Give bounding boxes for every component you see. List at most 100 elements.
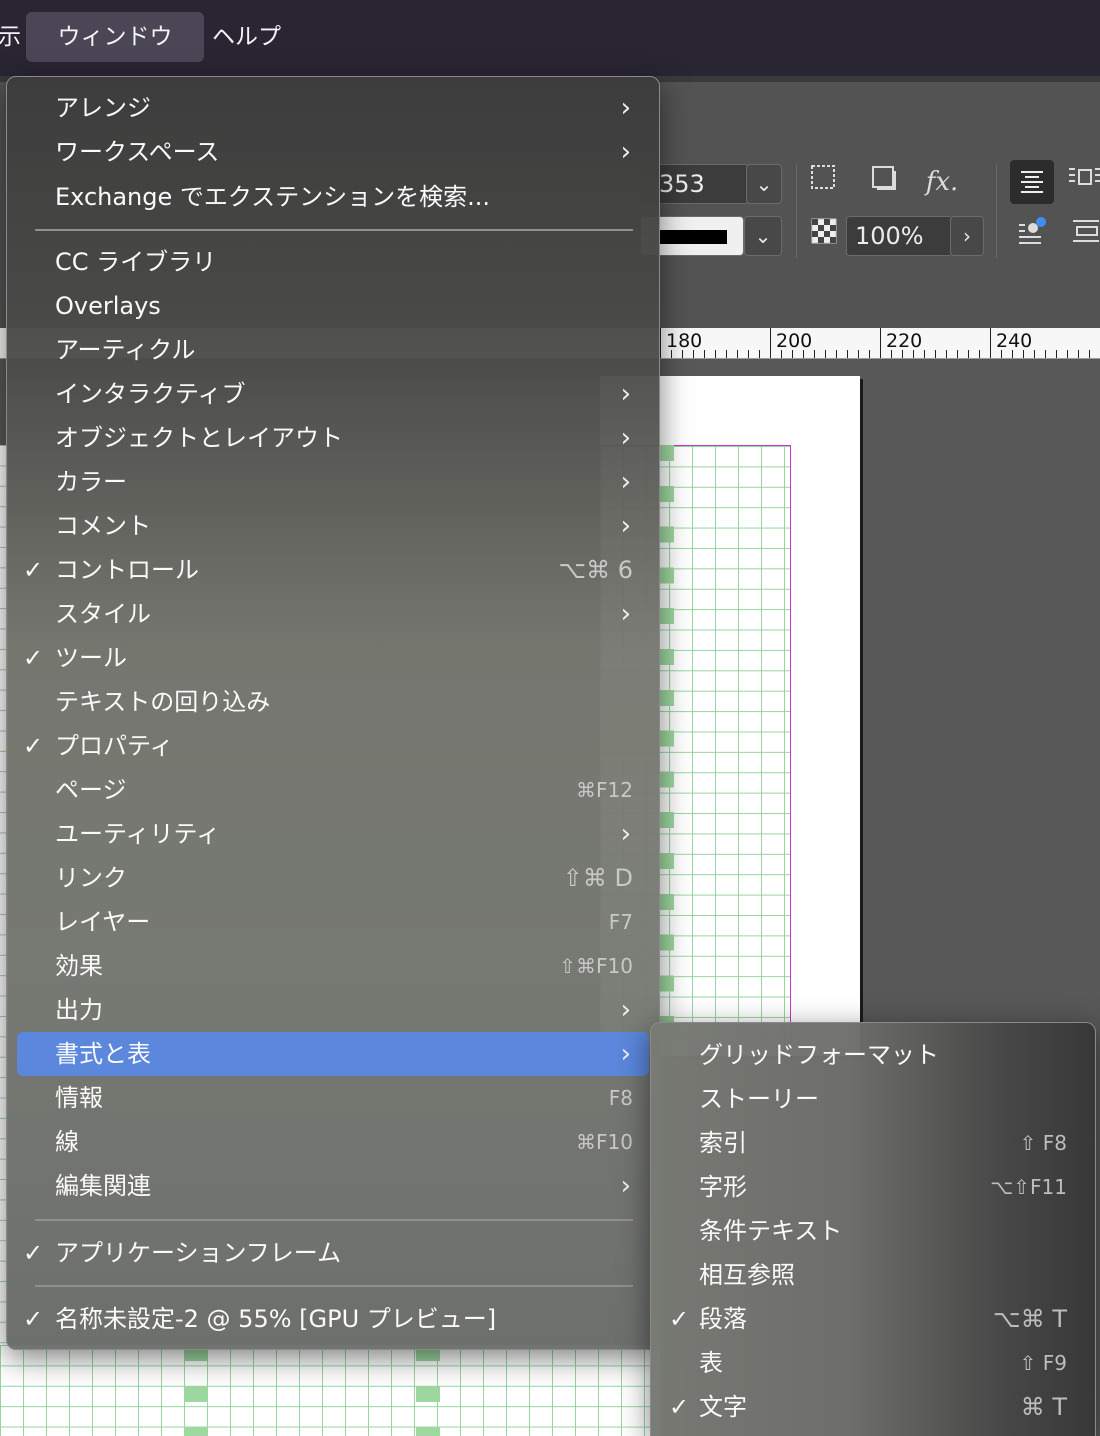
menu-item-label: 効果	[55, 952, 103, 980]
submenu-item-cross-references[interactable]: 相互参照	[657, 1253, 1089, 1297]
stroke-swatch	[659, 230, 727, 244]
menu-item-layers[interactable]: レイヤー F7	[17, 900, 649, 944]
menu-item-styles[interactable]: スタイル ›	[17, 592, 649, 636]
checkmark-icon: ✓	[23, 644, 44, 672]
menu-item-text-wrap[interactable]: テキストの回り込み	[17, 680, 649, 724]
menu-item-label: 線	[55, 1128, 79, 1156]
stroke-width-dropdown[interactable]: ⌄	[746, 164, 782, 204]
menu-item-label: 文字	[699, 1393, 747, 1421]
submenu-item-paragraph[interactable]: ✓ 段落 ⌥⌘ T	[657, 1297, 1089, 1341]
menu-help[interactable]: ヘルプ	[212, 12, 281, 62]
submenu-item-glyphs[interactable]: 字形 ⌥⇧F11	[657, 1165, 1089, 1209]
menu-item-output[interactable]: 出力 ›	[17, 988, 649, 1032]
menu-window[interactable]: ウィンドウ	[26, 12, 204, 62]
menu-item-control[interactable]: ✓ コントロール ⌥⌘ 6	[17, 548, 649, 592]
checkmark-icon: ✓	[669, 1393, 690, 1421]
submenu-item-conditional-text[interactable]: 条件テキスト	[657, 1209, 1089, 1253]
checkmark-icon: ✓	[23, 556, 44, 584]
submenu-item-table[interactable]: 表 ⇧ F9	[657, 1341, 1089, 1385]
menu-item-workspace[interactable]: ワークスペース ›	[17, 130, 649, 174]
menu-item-info[interactable]: 情報 F8	[17, 1076, 649, 1120]
menu-item-effects[interactable]: 効果 ⇧⌘F10	[17, 944, 649, 988]
checkmark-icon: ✓	[23, 1305, 44, 1333]
submenu-arrow-icon: ›	[620, 995, 631, 1025]
menu-item-shortcut: ⌥⌘ 6	[558, 556, 633, 584]
menu-item-properties[interactable]: ✓ プロパティ	[17, 724, 649, 768]
menu-item-label: Exchange でエクステンションを検索...	[55, 183, 491, 211]
menu-item-label: インタラクティブ	[55, 380, 246, 408]
menu-item-label: 表	[699, 1349, 723, 1377]
checkmark-icon: ✓	[23, 1239, 44, 1267]
menu-bar: 示 ウィンドウ ヘルプ	[0, 0, 1100, 76]
menu-item-shortcut: ⇧⌘F10	[559, 954, 633, 978]
menu-item-cc-libraries[interactable]: CC ライブラリ	[17, 240, 649, 284]
menu-item-overlays[interactable]: Overlays	[17, 284, 649, 328]
wrap-jump-icon[interactable]	[1066, 216, 1100, 256]
menu-item-label: ワークスペース	[55, 138, 220, 166]
align-center-button[interactable]	[1010, 160, 1054, 204]
menu-item-stroke[interactable]: 線 ⌘F10	[17, 1120, 649, 1164]
submenu-item-story[interactable]: ストーリー	[657, 1077, 1089, 1121]
effects-fx-icon[interactable]: fx.	[922, 162, 962, 202]
menu-item-label: グリッドフォーマット	[699, 1041, 939, 1069]
menu-item-label: 情報	[55, 1084, 103, 1112]
submenu-item-index[interactable]: 索引 ⇧ F8	[657, 1121, 1089, 1165]
layout-grid-highlight-column	[416, 1345, 440, 1436]
submenu-arrow-icon: ›	[620, 1039, 631, 1069]
frame-fitting-icon[interactable]	[804, 162, 844, 202]
menu-item-label: 出力	[55, 996, 103, 1024]
menu-item-shortcut: ⌥⌘ T	[993, 1305, 1067, 1333]
menu-item-comment[interactable]: コメント ›	[17, 504, 649, 548]
text-wrap-icon[interactable]	[1066, 162, 1100, 202]
menu-item-label: アプリケーションフレーム	[55, 1239, 342, 1267]
menu-item-exchange-search[interactable]: Exchange でエクステンションを検索...	[17, 175, 649, 219]
menu-item-shortcut: ⇧ F8	[1019, 1131, 1067, 1155]
menu-item-label: ツール	[55, 644, 127, 672]
stroke-type-dropdown[interactable]: ⌄	[744, 216, 782, 256]
menu-item-utilities[interactable]: ユーティリティ ›	[17, 812, 649, 856]
menu-item-type-and-tables[interactable]: 書式と表 ›	[17, 1032, 649, 1076]
submenu-item-grid-format[interactable]: グリッドフォーマット	[657, 1033, 1089, 1077]
menu-item-pages[interactable]: ページ ⌘F12	[17, 768, 649, 812]
menu-item-label: アーティクル	[55, 336, 196, 364]
menu-item-application-frame[interactable]: ✓ アプリケーションフレーム	[17, 1231, 649, 1275]
submenu-arrow-icon: ›	[620, 819, 631, 849]
checkmark-icon: ✓	[23, 732, 44, 760]
menu-item-open-document[interactable]: ✓ 名称未設定-2 @ 55% [GPU プレビュー]	[17, 1297, 649, 1341]
align-center-icon	[1021, 171, 1043, 193]
submenu-arrow-icon: ›	[620, 1171, 631, 1201]
menu-item-links[interactable]: リンク ⇧⌘ D	[17, 856, 649, 900]
opacity-arrow-button[interactable]: ›	[950, 216, 984, 256]
menu-item-interactive[interactable]: インタラクティブ ›	[17, 372, 649, 416]
submenu-item-character[interactable]: ✓ 文字 ⌘ T	[657, 1385, 1089, 1429]
menu-item-object-layout[interactable]: オブジェクトとレイアウト ›	[17, 416, 649, 460]
wrap-object-icon[interactable]	[1012, 216, 1052, 256]
menu-item-arrange[interactable]: アレンジ ›	[17, 86, 649, 130]
menu-item-shortcut: ⌘F10	[576, 1130, 633, 1154]
menu-item-tools[interactable]: ✓ ツール	[17, 636, 649, 680]
menu-item-color[interactable]: カラー ›	[17, 460, 649, 504]
menu-item-articles[interactable]: アーティクル	[17, 328, 649, 372]
menu-view[interactable]: 示	[0, 12, 21, 62]
menu-item-label: テキストの回り込み	[55, 688, 271, 716]
opacity-field[interactable]: 100%	[846, 216, 950, 256]
opacity-checker-icon	[804, 216, 844, 256]
menu-item-label: ユーティリティ	[55, 820, 221, 848]
submenu-arrow-icon: ›	[620, 137, 631, 167]
menu-item-label: スタイル	[55, 600, 151, 628]
menu-item-shortcut: ⇧ F9	[1019, 1351, 1067, 1375]
drop-shadow-icon[interactable]	[864, 162, 904, 202]
chevron-right-icon: ›	[963, 224, 971, 248]
menu-item-label: コントロール	[55, 556, 199, 584]
menu-item-label: Overlays	[55, 292, 161, 320]
menu-item-label: 編集関連	[55, 1172, 151, 1200]
divider	[796, 164, 797, 258]
submenu-arrow-icon: ›	[620, 93, 631, 123]
submenu-arrow-icon: ›	[620, 467, 631, 497]
submenu-arrow-icon: ›	[620, 423, 631, 453]
ruler-minor-ticks	[660, 350, 1100, 358]
menu-item-label: リンク	[55, 864, 127, 892]
menu-item-shortcut: ⌥⇧F11	[990, 1175, 1067, 1199]
chevron-down-icon: ⌄	[754, 224, 772, 248]
menu-item-editorial[interactable]: 編集関連 ›	[17, 1164, 649, 1208]
